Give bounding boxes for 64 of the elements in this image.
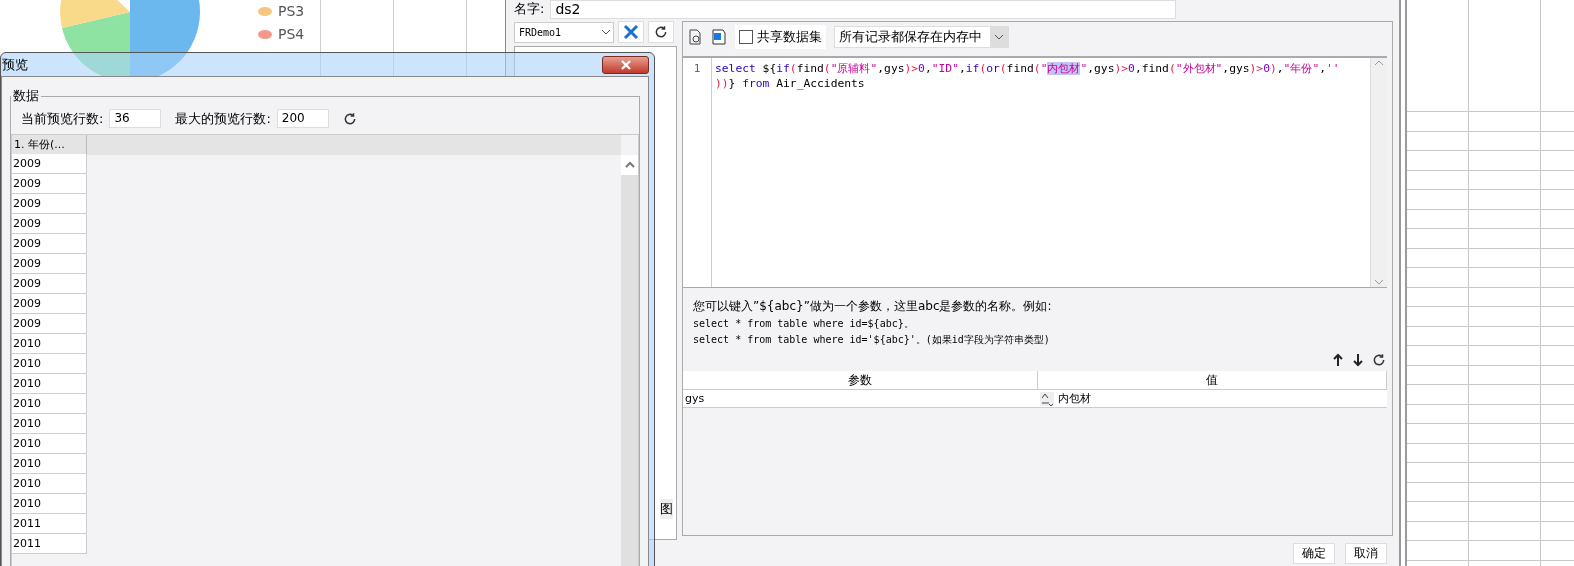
caret-icon[interactable] [599, 27, 613, 37]
code-line: ))} from Air_Accidents [715, 76, 866, 91]
input-field[interactable]: 200 [276, 109, 329, 128]
refresh-icon[interactable] [654, 25, 668, 39]
group-title: 数据 [12, 87, 40, 105]
hint-example: select * from table where id='${abc}'。(如果id字段为字符串类型) [693, 333, 1051, 347]
table-cell: 2010 [12, 354, 87, 374]
share-checkbox[interactable]: 共享数据集 [735, 25, 826, 49]
table-cell: 2009 [12, 254, 87, 274]
table-cell: 2009 [12, 174, 87, 194]
input-field[interactable]: 36 [109, 109, 162, 128]
document-icon[interactable] [711, 29, 727, 45]
storage-dropdown[interactable]: 所有记录都保存在内存中 [834, 26, 1009, 48]
tab-label[interactable]: 图 [660, 499, 673, 519]
table-cell: 2009 [12, 274, 87, 294]
table-cell: 2010 [12, 474, 87, 494]
table-cell: 2010 [12, 414, 87, 434]
table-cell: 2009 [12, 294, 87, 314]
column-header: 参数 [683, 371, 1038, 390]
legend-label: PS4 [278, 26, 305, 42]
legend-label: PS3 [278, 3, 305, 19]
sql-editor[interactable]: 1 select ${if(find("原辅料",gys)>0,"ID",if(or(find("内包材",gys)>0,find("外包材",gys)>0),"年份",'' ))} from Air_Accidents [683, 56, 1387, 288]
table-cell: 2010 [12, 434, 87, 454]
refresh-button[interactable] [648, 21, 674, 43]
datasource-dropdown[interactable]: FRDemo1 [514, 21, 614, 43]
table-cell: 2010 [12, 394, 87, 414]
name-field[interactable]: ds2 [550, 0, 1177, 19]
scroll-corner [621, 135, 638, 155]
cancel-button[interactable]: 取消 [1345, 543, 1387, 564]
field-label: 最大的预览行数: [175, 109, 271, 128]
preview-icon[interactable] [687, 29, 703, 45]
table-cell: 2011 [12, 534, 87, 554]
ok-button[interactable]: 确定 [1293, 543, 1335, 564]
table-cell: 2009 [12, 214, 87, 234]
arrow-down-icon[interactable] [1352, 353, 1364, 367]
table-cell: gys [683, 390, 1038, 408]
table-cell: 2010 [12, 494, 87, 514]
table-cell: 2010 [12, 374, 87, 394]
code-line: select ${if(find("原辅料",gys)>0,"ID",if(or(find("内包材",gys)>0,find("外包材",gys)>0),"年份",'' [715, 61, 1341, 76]
table-cell: 2009 [12, 194, 87, 214]
name-label: 名字: [514, 0, 545, 18]
caret-icon[interactable] [994, 33, 1004, 41]
hint-example: select * from table where id=${abc}。 [693, 317, 915, 331]
table-cell: 2010 [12, 334, 87, 354]
tools-icon[interactable] [618, 21, 644, 43]
arrow-up-icon[interactable] [1332, 353, 1344, 367]
table-cell[interactable]: 内包材 [1038, 390, 1387, 408]
text-type-icon[interactable] [1040, 391, 1054, 406]
window-title: 预览 [2, 55, 28, 74]
column-header: 值 [1038, 371, 1387, 390]
scrollbar[interactable] [621, 135, 638, 566]
table-cell: 2010 [12, 454, 87, 474]
scroll-up-icon[interactable] [624, 161, 635, 169]
table-cell: 2009 [12, 234, 87, 254]
line-number: 1 [693, 62, 701, 75]
column-header: 1. 年份(... [12, 135, 87, 154]
hint-text: 您可以键入”${abc}”做为一个参数，这里abc是参数的名称。例如: [693, 298, 1053, 315]
close-icon[interactable] [619, 59, 632, 70]
field-label: 当前预览行数: [21, 109, 104, 128]
table-cell: 2009 [12, 314, 87, 334]
refresh-icon[interactable] [1372, 353, 1386, 367]
table-cell: 2009 [12, 154, 87, 174]
table-cell: 2011 [12, 514, 87, 534]
refresh-icon[interactable] [342, 111, 357, 126]
